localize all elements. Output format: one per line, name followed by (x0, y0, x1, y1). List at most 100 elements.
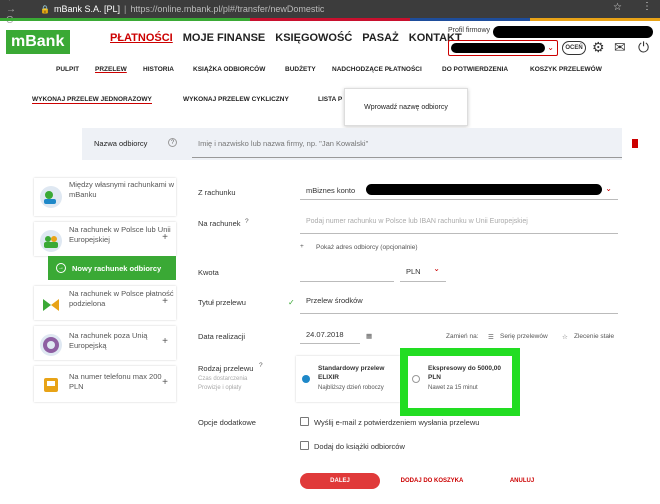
redacted-profile-select (451, 43, 545, 53)
sidebar-item-label: Na rachunek poza Unią Europejską (69, 331, 148, 350)
mbank-logo[interactable]: mBank (6, 30, 70, 54)
transfer-type-label: Rodzaj przelewu (198, 364, 254, 373)
next-button[interactable]: DALEJ (300, 473, 380, 489)
express-transfer-option[interactable]: Ekspresowy do 5000,00 PLN Nawet za 15 mi… (400, 348, 520, 416)
add-to-book-checkbox[interactable] (300, 441, 309, 450)
from-account-label: Z rachunku (198, 188, 236, 197)
recipient-name-input[interactable] (192, 130, 622, 158)
sidebar-item-phone[interactable]: Na numer telefonu max 200 PLN + (34, 366, 176, 402)
chevron-down-icon: ⌄ (605, 184, 612, 193)
bookmark-star-icon[interactable]: ☆ (613, 2, 622, 13)
recipient-row: Nazwa odbiorcy ? (82, 128, 622, 160)
subnav-przelew[interactable]: PRZELEW (95, 66, 127, 73)
to-account-input[interactable]: Podaj numer rachunku w Polsce lub IBAN r… (300, 212, 618, 234)
subnav-nadchodzace[interactable]: NADCHODZĄCE PŁATNOŚCI (332, 66, 422, 73)
subnav-do-potwierdzenia[interactable]: DO POTWIERDZENIA (442, 66, 508, 73)
series-link[interactable]: Serię przelewów (500, 333, 548, 340)
power-icon[interactable]: ⏻ (638, 39, 649, 56)
amount-label: Kwota (198, 268, 219, 277)
standard-radio (302, 375, 310, 383)
replace-with-label: Zamień na: (446, 333, 479, 340)
profile-select[interactable]: ⌄ (448, 40, 558, 56)
express-sub: Nawet za 15 minut (428, 385, 478, 391)
arrow-right-icon: → (56, 263, 66, 273)
chevron-down-icon: ⌄ (547, 43, 554, 52)
add-to-book-label: Dodaj do książki odbiorców (314, 442, 405, 451)
sub-nav: PULPIT PRZELEW HISTORIA KSIĄŻKA ODBIORCÓ… (0, 61, 660, 77)
sidebar-item-label: Na rachunek w Polsce lub Unii Europejski… (69, 225, 171, 244)
tab-list[interactable]: LISTA P (318, 96, 342, 103)
calendar-icon[interactable]: ▦ (366, 332, 372, 340)
sidebar-item-split-payment[interactable]: Na rachunek w Polsce płatność podzielona… (34, 286, 176, 320)
redacted-profile-name (493, 26, 653, 38)
subnav-koszyk[interactable]: KOSZYK PRZELEWÓW (530, 66, 602, 73)
sidebar-item-poland-eu[interactable]: Na rachunek w Polsce lub Unii Europejski… (34, 222, 176, 256)
sidebar-item-label: Między własnymi rachunkami w mBanku (69, 180, 175, 199)
profile-label: Profil firmowy (448, 27, 491, 34)
address-bar[interactable]: https://online.mbank.pl/pl#/transfer/new… (130, 4, 324, 14)
title-input[interactable]: Przelew środków (300, 292, 618, 314)
to-account-label: Na rachunek (198, 219, 241, 228)
phone-icon (40, 374, 62, 396)
recipient-label: Nazwa odbiorcy (94, 139, 148, 148)
add-to-cart-button[interactable]: DODAJ DO KOSZYKA (386, 473, 478, 489)
show-address-link[interactable]: Pokaż adres odbiorcy (opcjonalnie) (316, 244, 418, 251)
subnav-pulpit[interactable]: PULPIT (56, 66, 79, 73)
amount-input[interactable] (300, 262, 394, 282)
cancel-button[interactable]: ANULUJ (484, 473, 560, 489)
transfer-type-sublabel: Czas dostarczenia Prowizje i opłaty (198, 376, 248, 391)
title-label: Tytuł przelewu (198, 298, 246, 307)
date-input[interactable]: 24.07.2018 (300, 326, 360, 344)
currency-value: PLN (406, 267, 421, 276)
date-value: 24.07.2018 (306, 330, 344, 339)
sidebar-item-label: Na rachunek w Polsce płatność podzielona (69, 289, 174, 308)
tab-recurring[interactable]: WYKONAJ PRZELEW CYKLICZNY (183, 96, 289, 103)
standing-order-link[interactable]: Zlecenie stałe (574, 333, 614, 340)
subnav-budzety[interactable]: BUDŻETY (285, 66, 316, 73)
site-header: mBank PŁATNOŚCI MOJE FINANSE KSIĘGOWOŚĆ … (0, 21, 660, 59)
own-accounts-icon (40, 186, 62, 208)
nav-payments[interactable]: PŁATNOŚCI (110, 32, 173, 44)
help-icon[interactable]: ? (168, 138, 177, 147)
rate-button[interactable]: OCEŃ (562, 41, 586, 55)
tab-one-time[interactable]: WYKONAJ PRZELEW JEDNORAZOWY (32, 96, 152, 104)
check-icon: ✓ (288, 298, 295, 307)
main-nav: PŁATNOŚCI MOJE FINANSE KSIĘGOWOŚĆ PASAŻ … (110, 32, 462, 44)
options-label: Opcje dodatkowe (198, 418, 256, 427)
express-title: Ekspresowy do 5000,00 PLN (428, 365, 501, 381)
help-icon[interactable]: ? (259, 362, 263, 369)
globe-icon (40, 334, 62, 356)
nav-finances[interactable]: MOJE FINANSE (183, 32, 266, 44)
standard-transfer-option[interactable]: Standardowy przelew ELIXIR Najbliższy dz… (296, 356, 400, 402)
address-book-icon[interactable] (632, 139, 638, 148)
subnav-historia[interactable]: HISTORIA (143, 66, 174, 73)
list-icon: ☰ (488, 334, 494, 341)
help-icon[interactable]: ? (245, 218, 249, 225)
nav-accounting[interactable]: KSIĘGOWOŚĆ (275, 32, 352, 44)
currency-select[interactable]: PLN ⌄ (400, 262, 446, 282)
nav-pasaz[interactable]: PASAŻ (362, 32, 398, 44)
star-icon: ☆ (562, 334, 568, 341)
browser-menu-icon[interactable]: ⋮ (642, 1, 652, 12)
email-confirmation-checkbox[interactable] (300, 417, 309, 426)
split-payment-icon (40, 294, 62, 316)
recipient-tooltip: Wprowadź nazwę odbiorcy (344, 88, 468, 126)
from-account-select[interactable]: mBiznes konto ⌄ (300, 182, 618, 200)
site-identity: mBank S.A. [PL] (53, 4, 120, 14)
plus-icon: + (162, 336, 168, 347)
sidebar-item-outside-eu[interactable]: Na rachunek poza Unią Europejską + (34, 326, 176, 360)
subnav-ksiazka[interactable]: KSIĄŻKA ODBIORCÓW (193, 66, 265, 73)
gear-icon[interactable]: ⚙ (592, 39, 605, 56)
sidebar-item-own-accounts[interactable]: Między własnymi rachunkami w mBanku (34, 178, 176, 216)
sidebar-item-label: Na numer telefonu max 200 PLN (69, 372, 162, 391)
plus-icon: + (162, 377, 168, 388)
from-account-value: mBiznes konto (306, 186, 356, 195)
to-account-placeholder: Podaj numer rachunku w Polsce lub IBAN r… (306, 218, 528, 225)
browser-bar: ← → C 🔒 mBank S.A. [PL] | https://online… (0, 0, 660, 26)
standard-title: Standardowy przelew ELIXIR (318, 365, 385, 381)
mail-icon[interactable]: ✉ (614, 39, 626, 56)
new-recipient-account-button[interactable]: → Nowy rachunek odbiorcy (48, 256, 176, 280)
url-separator: | (124, 4, 127, 14)
standard-sub: Najbliższy dzień roboczy (318, 385, 384, 391)
plus-icon: + (162, 296, 168, 307)
